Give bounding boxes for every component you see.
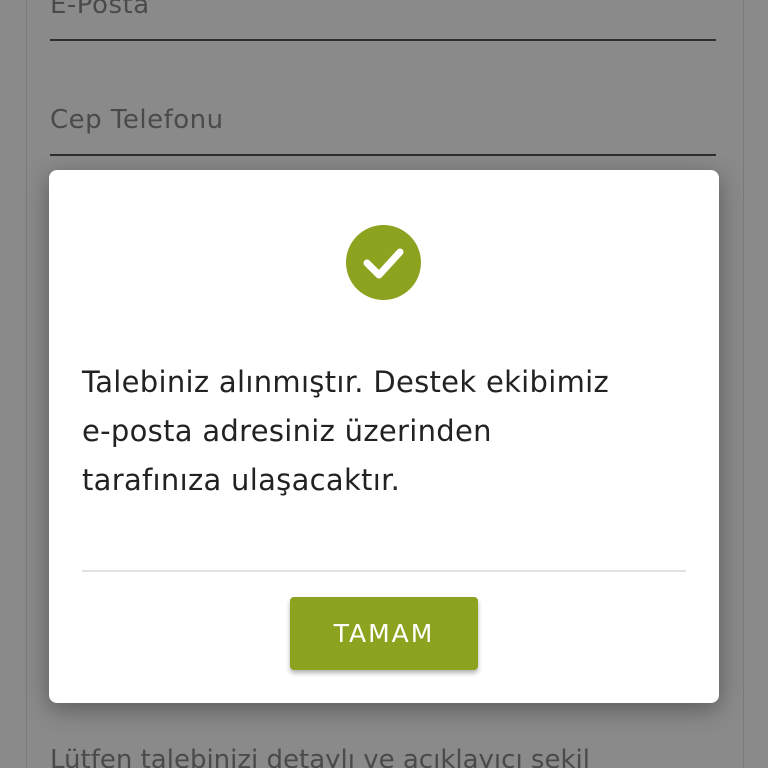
ok-button[interactable]: TAMAM: [290, 597, 478, 670]
dialog-message-line: tarafınıza ulaşacaktır.: [82, 463, 401, 497]
dialog-message: Talebiniz alınmıştır. Destek ekibimiz e-…: [82, 358, 692, 505]
screen: E-Posta Cep Telefonu Lütfen talebinizi d…: [0, 0, 768, 768]
dialog-divider: [82, 570, 686, 572]
check-circle-icon: [346, 225, 421, 300]
dialog-message-line: e-posta adresiniz üzerinden: [82, 414, 492, 448]
success-dialog: Talebiniz alınmıştır. Destek ekibimiz e-…: [49, 170, 719, 703]
dialog-message-line: Talebiniz alınmıştır. Destek ekibimiz: [82, 365, 610, 399]
